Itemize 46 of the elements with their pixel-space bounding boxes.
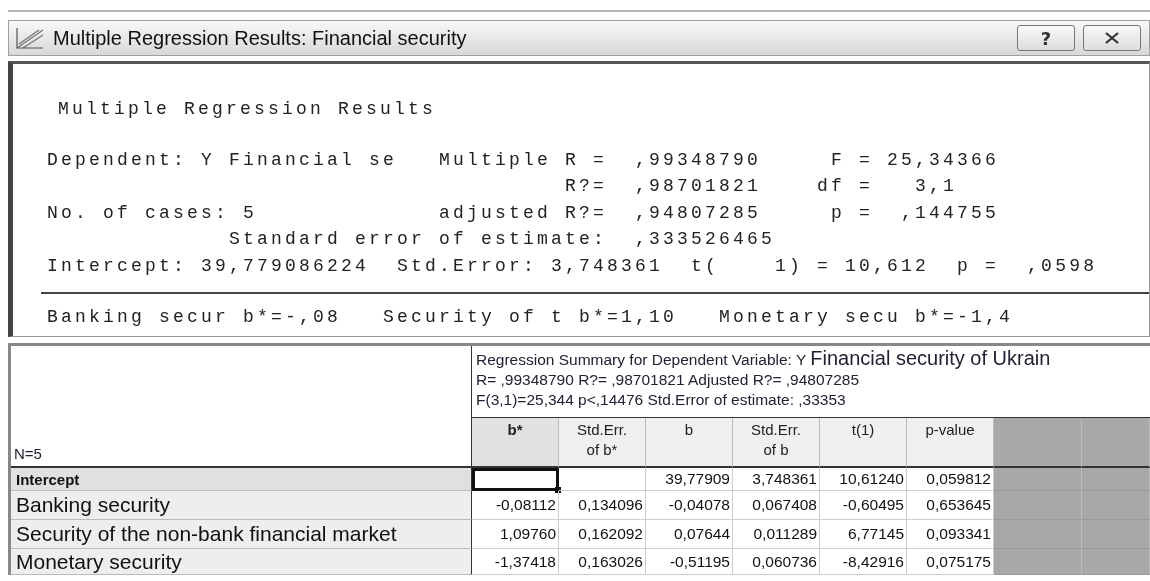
row-header[interactable]: Security of the non-bank financial market — [11, 520, 472, 549]
table-cell[interactable]: 0,060736 — [733, 549, 820, 575]
row-header[interactable]: Banking security — [11, 491, 472, 520]
table-cell[interactable]: 1,09760 — [472, 520, 559, 549]
table-cell[interactable] — [472, 468, 559, 491]
table-cell[interactable]: -8,42916 — [820, 549, 907, 575]
column-header[interactable]: p-value — [907, 418, 994, 468]
scatter-plot-icon — [15, 26, 45, 50]
close-icon — [1104, 32, 1120, 44]
table-cell[interactable]: 10,61240 — [820, 468, 907, 491]
window-title: Multiple Regression Results: Financial security — [53, 26, 468, 50]
results-line: R?= ,98701821 df = 3,1 — [564, 175, 959, 198]
table-cell[interactable]: 6,77145 — [820, 520, 907, 549]
table-cell[interactable]: 0,162092 — [559, 520, 646, 549]
results-line: No. of cases: 5 adjusted R?= ,94807285 p = ,144755 — [46, 201, 1001, 225]
table-cell[interactable]: 0,067408 — [733, 491, 820, 520]
summary-title: Regression Summary for Dependent Variable: Y Financial security of Ukrain — [476, 349, 1052, 369]
help-button[interactable]: ? — [1017, 25, 1075, 51]
table-cell[interactable]: 0,134096 — [559, 491, 646, 520]
column-header[interactable]: t(1) — [820, 418, 907, 468]
column-header[interactable]: b — [646, 418, 733, 468]
column-header[interactable]: b* — [472, 418, 559, 468]
results-heading: Multiple Regression Results — [57, 98, 438, 121]
table-cell[interactable]: -0,08112 — [472, 491, 559, 520]
summary-statistics: R= ,99348790 R?= ,98701821 Adjusted R?= ,94807285 — [476, 370, 861, 389]
results-line: Standard error of estimate: ,333526465 — [228, 228, 777, 251]
table-cell[interactable]: 0,07644 — [646, 520, 733, 549]
column-header[interactable]: Std.Err. of b — [733, 418, 820, 468]
results-line: Intercept: 39,779086224 Std.Error: 3,748361 t( 1) = 10,612 p = ,0598 — [46, 254, 1099, 278]
summary-statistics: F(3,1)=25,344 p<,14476 Std.Error of estimate: ,33353 — [476, 390, 847, 409]
table-cell[interactable]: 0,163026 — [559, 549, 646, 575]
column-header[interactable]: Std.Err. of b* — [559, 418, 646, 468]
coefficients-line: Banking secur b*=-,08 Security of t b*=1,10 Monetary secu b*=-1,4 — [46, 306, 1015, 329]
case-count: N=5 — [13, 445, 42, 464]
table-cell[interactable]: 39,77909 — [646, 468, 733, 491]
table-cell[interactable]: 3,748361 — [733, 468, 820, 491]
table-cell[interactable]: -0,51195 — [646, 549, 733, 575]
table-cell[interactable]: -0,04078 — [646, 491, 733, 520]
table-cell[interactable]: -0,60495 — [820, 491, 907, 520]
results-line: Dependent: Y Financial se Multiple R = ,99348790 F = 25,34366 — [46, 148, 1001, 172]
close-button[interactable] — [1083, 25, 1141, 51]
table-cell[interactable]: 0,011289 — [733, 520, 820, 549]
table-cell[interactable] — [559, 468, 646, 491]
row-header[interactable]: Monetary security — [11, 549, 472, 575]
row-header[interactable]: Intercept — [11, 468, 472, 491]
table-cell[interactable]: -1,37418 — [472, 549, 559, 575]
